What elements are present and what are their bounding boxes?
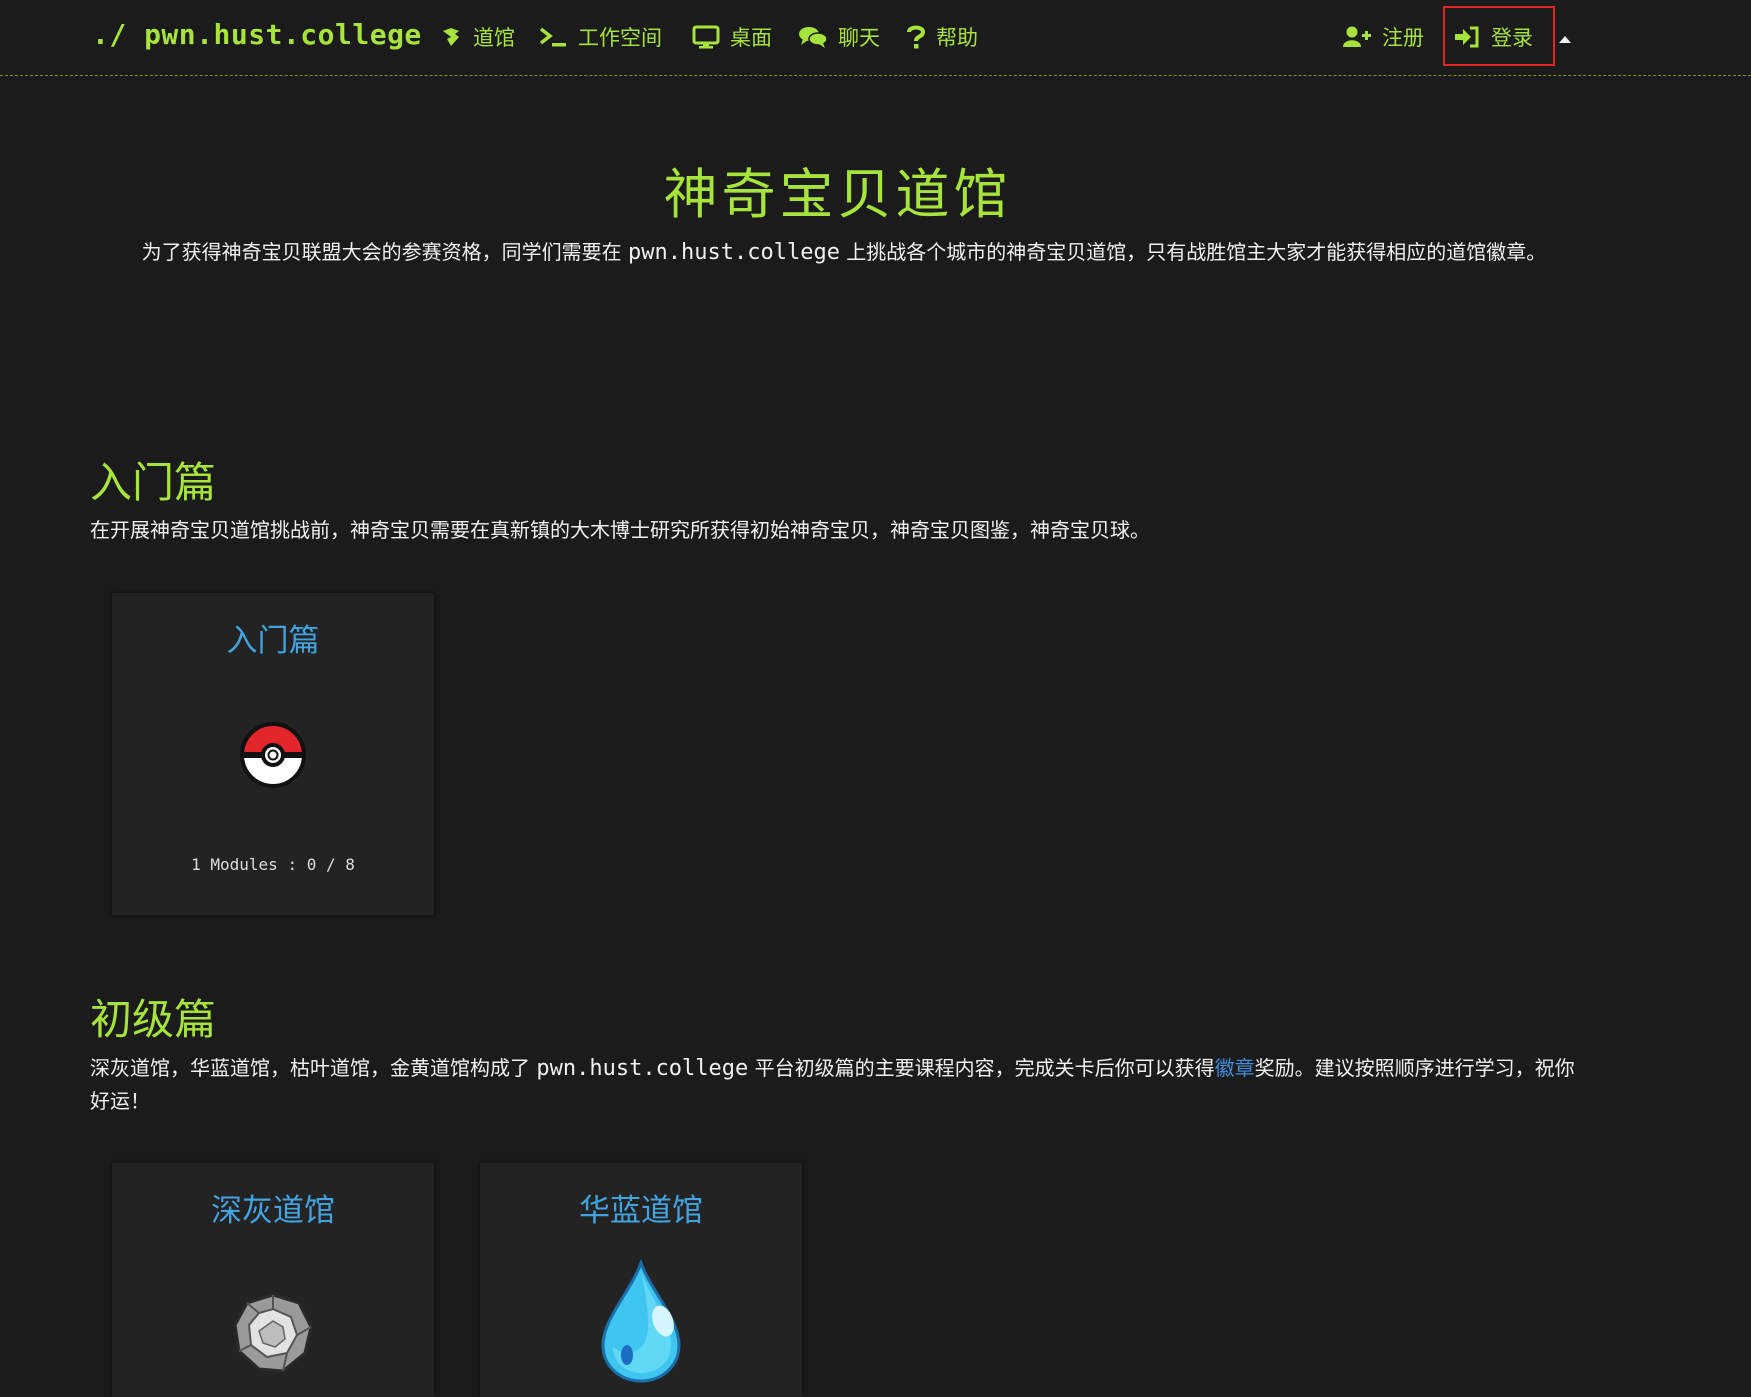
nav-workspace-label: 工作空间 (578, 26, 662, 50)
section-title-beginner: 初级篇 (90, 995, 217, 1044)
hero-desc-code: pwn.hust.college (628, 240, 840, 265)
section-title-intro: 入门篇 (90, 458, 217, 507)
water-drop-icon (599, 1258, 683, 1389)
chat-icon (798, 25, 828, 49)
hero-desc-after: 上挑战各个城市的神奇宝贝道馆，只有战胜馆主大家才能获得相应的道馆徽章。 (839, 240, 1547, 264)
nav-chat[interactable]: 聊天 (798, 20, 880, 54)
hero-desc-before: 为了获得神奇宝贝联盟大会的参赛资格，同学们需要在 (141, 240, 629, 264)
question-icon (906, 24, 926, 50)
beginner-desc-code: pwn.hust.college (536, 1056, 749, 1081)
beginner-desc-before: 深灰道馆，华蓝道馆，枯叶道馆，金黄道馆构成了 (90, 1056, 537, 1080)
dojo-icon (439, 25, 463, 49)
beginner-desc-middle: 平台初级篇的主要课程内容，完成关卡后你可以获得 (748, 1056, 1215, 1080)
boulder-badge-icon (231, 1291, 315, 1379)
section-desc-beginner: 深灰道馆，华蓝道馆，枯叶道馆，金黄道馆构成了 pwn.hust.college … (90, 1052, 1590, 1117)
card-title: 深灰道馆 (211, 1193, 335, 1229)
nav-help-label: 帮助 (936, 26, 978, 50)
nav-dojo[interactable]: 道馆 (439, 20, 515, 54)
dojo-card-gray[interactable]: 深灰道馆 (112, 1163, 434, 1397)
dojo-card-blue[interactable]: 华蓝道馆 (480, 1163, 802, 1397)
section-desc-intro: 在开展神奇宝贝道馆挑战前，神奇宝贝需要在真新镇的大木博士研究所获得初始神奇宝贝，… (90, 518, 1150, 542)
pokeball-icon (239, 721, 307, 793)
brand-link[interactable]: ./ pwn.hust.college (92, 18, 422, 51)
nav-workspace[interactable]: 工作空间 (538, 20, 662, 54)
nav-desktop[interactable]: 桌面 (692, 20, 772, 54)
user-plus-icon (1342, 25, 1372, 49)
card-title: 华蓝道馆 (579, 1193, 703, 1229)
caret-up-icon[interactable] (1558, 29, 1572, 48)
nav-register[interactable]: 注册 (1342, 20, 1424, 54)
dojo-card-intro[interactable]: 入门篇 1 Modules : 0 / 8 (112, 593, 434, 915)
login-highlight-box (1443, 6, 1555, 66)
nav-register-label: 注册 (1382, 26, 1424, 50)
terminal-icon (538, 25, 568, 49)
navbar: ./ pwn.hust.college 道馆 工作空间 桌面 聊天 帮助 注册 … (0, 0, 1751, 76)
nav-chat-label: 聊天 (838, 26, 880, 50)
page-description: 为了获得神奇宝贝联盟大会的参赛资格，同学们需要在 pwn.hust.colleg… (104, 236, 1584, 269)
nav-dojo-label: 道馆 (473, 26, 515, 50)
nav-help[interactable]: 帮助 (906, 20, 978, 54)
card-title: 入门篇 (226, 623, 320, 659)
badge-link[interactable]: 徽章 (1215, 1056, 1255, 1080)
card-modules-count: 1 Modules : 0 / 8 (191, 855, 355, 874)
page-title: 神奇宝贝道馆 (663, 163, 1012, 226)
desktop-icon (692, 25, 720, 49)
nav-desktop-label: 桌面 (730, 26, 772, 50)
